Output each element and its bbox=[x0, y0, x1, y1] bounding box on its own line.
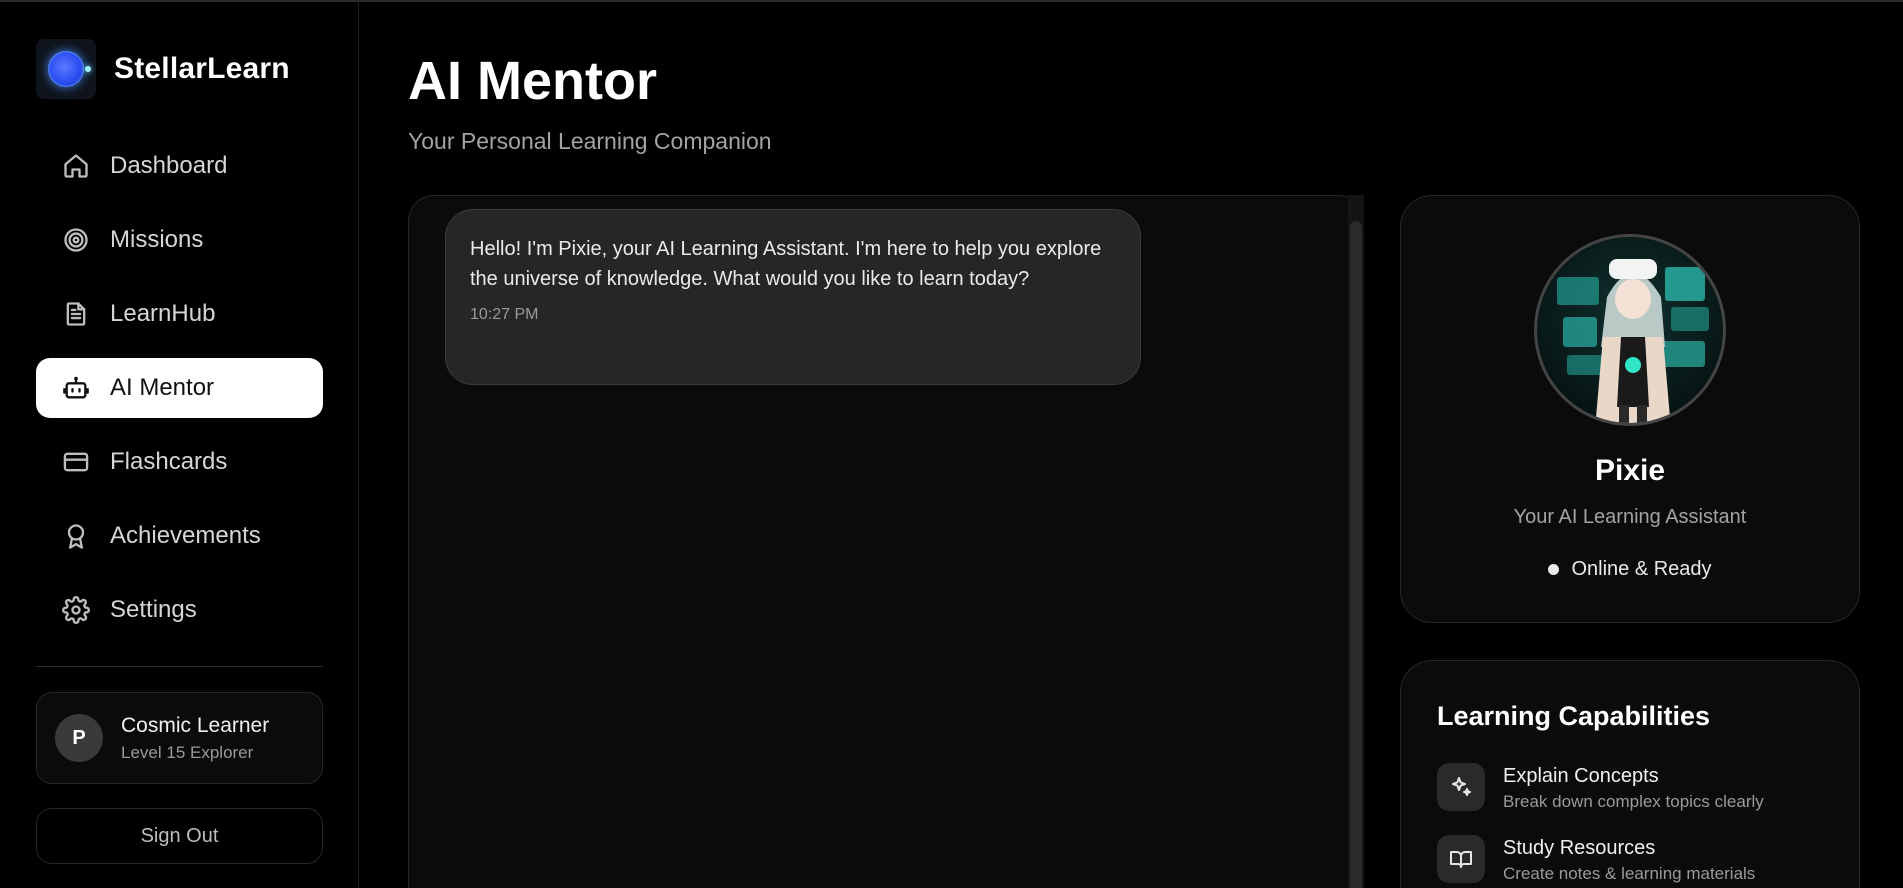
sidebar-item-dashboard[interactable]: Dashboard bbox=[36, 136, 323, 196]
sidebar-nav: Dashboard Missions LearnHub AI Mentor Fl… bbox=[36, 136, 323, 654]
robot-icon bbox=[63, 376, 89, 399]
capability-icon-box bbox=[1437, 763, 1485, 811]
chat-message-assistant: Hello! I'm Pixie, your AI Learning Assis… bbox=[445, 209, 1141, 385]
status-dot-icon bbox=[1548, 564, 1560, 575]
target-icon bbox=[64, 228, 88, 252]
sidebar-item-settings[interactable]: Settings bbox=[36, 580, 323, 640]
sign-out-button[interactable]: Sign Out bbox=[36, 808, 323, 864]
sidebar-item-label: Missions bbox=[110, 226, 204, 253]
document-icon bbox=[66, 302, 86, 326]
sidebar: StellarLearn Dashboard Missions LearnHub… bbox=[0, 2, 359, 888]
user-name: Cosmic Learner bbox=[121, 713, 270, 737]
status-badge: Online & Ready bbox=[1401, 558, 1859, 581]
sidebar-item-label: LearnHub bbox=[110, 300, 216, 327]
avatar: P bbox=[55, 714, 103, 762]
book-open-icon bbox=[1450, 851, 1472, 868]
capability-desc: Create notes & learning materials bbox=[1503, 864, 1756, 883]
capability-text: Explain Concepts Break down complex topi… bbox=[1503, 765, 1764, 812]
sidebar-divider bbox=[36, 666, 323, 667]
mentor-profile-card: Pixie Your AI Learning Assistant Online … bbox=[1400, 195, 1860, 623]
sidebar-item-flashcards[interactable]: Flashcards bbox=[36, 432, 323, 492]
brand[interactable]: StellarLearn bbox=[36, 39, 290, 99]
award-icon bbox=[67, 524, 85, 549]
sidebar-item-label: Flashcards bbox=[110, 448, 228, 475]
sidebar-item-label: Settings bbox=[110, 596, 197, 623]
capability-icon-box bbox=[1437, 835, 1485, 883]
home-icon bbox=[64, 154, 88, 178]
user-profile-card[interactable]: P Cosmic Learner Level 15 Explorer bbox=[36, 692, 323, 784]
mentor-name: Pixie bbox=[1594, 454, 1666, 487]
mentor-role: Your AI Learning Assistant bbox=[1513, 506, 1747, 528]
capability-desc: Break down complex topics clearly bbox=[1503, 792, 1764, 811]
glowing-orb-icon bbox=[48, 51, 91, 87]
app-root: StellarLearn Dashboard Missions LearnHub… bbox=[0, 0, 1903, 888]
chat-scrollbar-thumb[interactable] bbox=[1350, 221, 1362, 888]
mentor-avatar-image bbox=[1534, 234, 1726, 426]
capability-text: Study Resources Create notes & learning … bbox=[1503, 837, 1755, 884]
user-info: Cosmic Learner Level 15 Explorer bbox=[121, 714, 269, 763]
brand-name: StellarLearn bbox=[114, 52, 290, 85]
page-title: AI Mentor bbox=[408, 51, 657, 111]
sidebar-item-achievements[interactable]: Achievements bbox=[36, 506, 323, 566]
status-text: Online & Ready bbox=[1571, 558, 1712, 580]
sparkles-icon bbox=[1452, 777, 1471, 796]
sidebar-item-missions[interactable]: Missions bbox=[36, 210, 323, 270]
capability-name: Explain Concepts bbox=[1503, 765, 1659, 787]
card-icon bbox=[63, 452, 89, 472]
capability-item[interactable]: Study Resources Create notes & learning … bbox=[1437, 835, 1755, 884]
capability-name: Study Resources bbox=[1503, 837, 1656, 859]
capability-item[interactable]: Explain Concepts Break down complex topi… bbox=[1437, 763, 1764, 812]
brand-logo bbox=[36, 39, 96, 99]
gear-icon bbox=[62, 596, 90, 624]
message-timestamp: 10:27 PM bbox=[470, 306, 539, 323]
mentor-portrait-illustration bbox=[1557, 259, 1709, 423]
sidebar-item-ai-mentor[interactable]: AI Mentor bbox=[36, 358, 323, 418]
capabilities-card: Learning Capabilities Explain Concepts B… bbox=[1400, 660, 1860, 888]
capabilities-title: Learning Capabilities bbox=[1437, 701, 1711, 731]
sidebar-item-label: Dashboard bbox=[110, 152, 228, 179]
sidebar-item-label: Achievements bbox=[110, 522, 261, 549]
sidebar-item-learnhub[interactable]: LearnHub bbox=[36, 284, 323, 344]
message-text: Hello! I'm Pixie, your AI Learning Assis… bbox=[470, 238, 1102, 290]
sidebar-item-label: AI Mentor bbox=[110, 374, 215, 401]
page-subtitle: Your Personal Learning Companion bbox=[408, 128, 772, 154]
user-level: Level 15 Explorer bbox=[121, 742, 254, 762]
